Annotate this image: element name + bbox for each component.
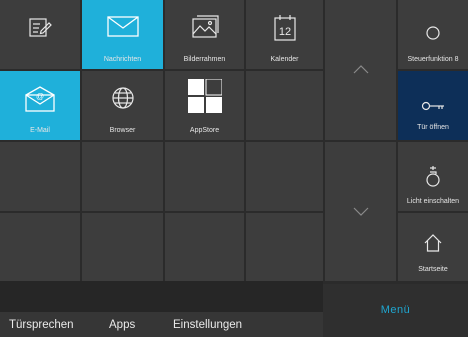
picture-frame-icon (165, 14, 244, 40)
app-tile-empty (82, 142, 163, 211)
app-label: Bilderrahmen (183, 56, 226, 63)
app-tile-bilderrahmen[interactable]: Bilderrahmen (165, 0, 244, 69)
email-at-icon: @ (0, 85, 80, 113)
app-tile-empty (165, 142, 244, 211)
app-label: E-Mail (30, 127, 50, 134)
app-tile-empty (0, 213, 80, 281)
envelope-icon (82, 14, 163, 38)
page-down-button[interactable] (325, 142, 396, 281)
app-tile-empty (0, 142, 80, 211)
globe-icon (82, 85, 163, 111)
app-label: Kalender (270, 56, 299, 63)
app-label: Nachrichten (103, 56, 142, 63)
app-label: AppStore (189, 127, 220, 134)
app-tile-browser[interactable]: Browser (82, 71, 163, 140)
calendar-icon: 12 (246, 14, 323, 42)
appstore-grid-icon (165, 79, 244, 113)
side-button-label: Startseite (418, 266, 448, 273)
app-tile-empty (82, 213, 163, 281)
app-tile-empty (246, 213, 323, 281)
side-button-label: Licht einschalten (406, 198, 460, 205)
svg-text:@: @ (36, 92, 44, 101)
menu-button[interactable]: Menü (323, 284, 468, 337)
edit-note-icon (0, 14, 80, 40)
tab-einstellungen[interactable]: Einstellungen (173, 319, 242, 331)
app-tile-empty (246, 142, 323, 211)
app-tile-appstore[interactable]: AppStore (165, 71, 244, 140)
light-on-button[interactable]: Licht einschalten (398, 142, 468, 211)
home-icon (398, 234, 468, 252)
light-bulb-icon (398, 166, 468, 188)
open-door-button[interactable]: Tür öffnen (398, 71, 468, 140)
key-icon (398, 101, 468, 111)
calendar-day: 12 (278, 26, 290, 38)
chevron-up-icon (353, 61, 369, 79)
app-tile-notes[interactable] (0, 0, 80, 69)
grid-footer-strip (0, 281, 323, 312)
chevron-down-icon (353, 203, 369, 221)
app-tile-empty (246, 71, 323, 140)
circle-icon (398, 26, 468, 40)
bottom-tab-bar: Türsprechen Apps Einstellungen (0, 312, 323, 337)
app-label: Browser (109, 127, 136, 134)
tab-tuersprechen[interactable]: Türsprechen (9, 319, 74, 331)
app-tile-empty (165, 213, 244, 281)
menu-label: Menü (380, 304, 411, 316)
side-button-label: Steuerfunktion 8 (407, 56, 459, 63)
page-up-button[interactable] (325, 0, 396, 140)
side-button-label: Tür öffnen (417, 124, 449, 131)
tab-apps[interactable]: Apps (109, 319, 135, 331)
app-tile-nachrichten[interactable]: Nachrichten (82, 0, 163, 69)
control-function-8-button[interactable]: Steuerfunktion 8 (398, 0, 468, 69)
home-button[interactable]: Startseite (398, 213, 468, 281)
app-tile-kalender[interactable]: 12 Kalender (246, 0, 323, 69)
app-tile-email[interactable]: @ E-Mail (0, 71, 80, 140)
